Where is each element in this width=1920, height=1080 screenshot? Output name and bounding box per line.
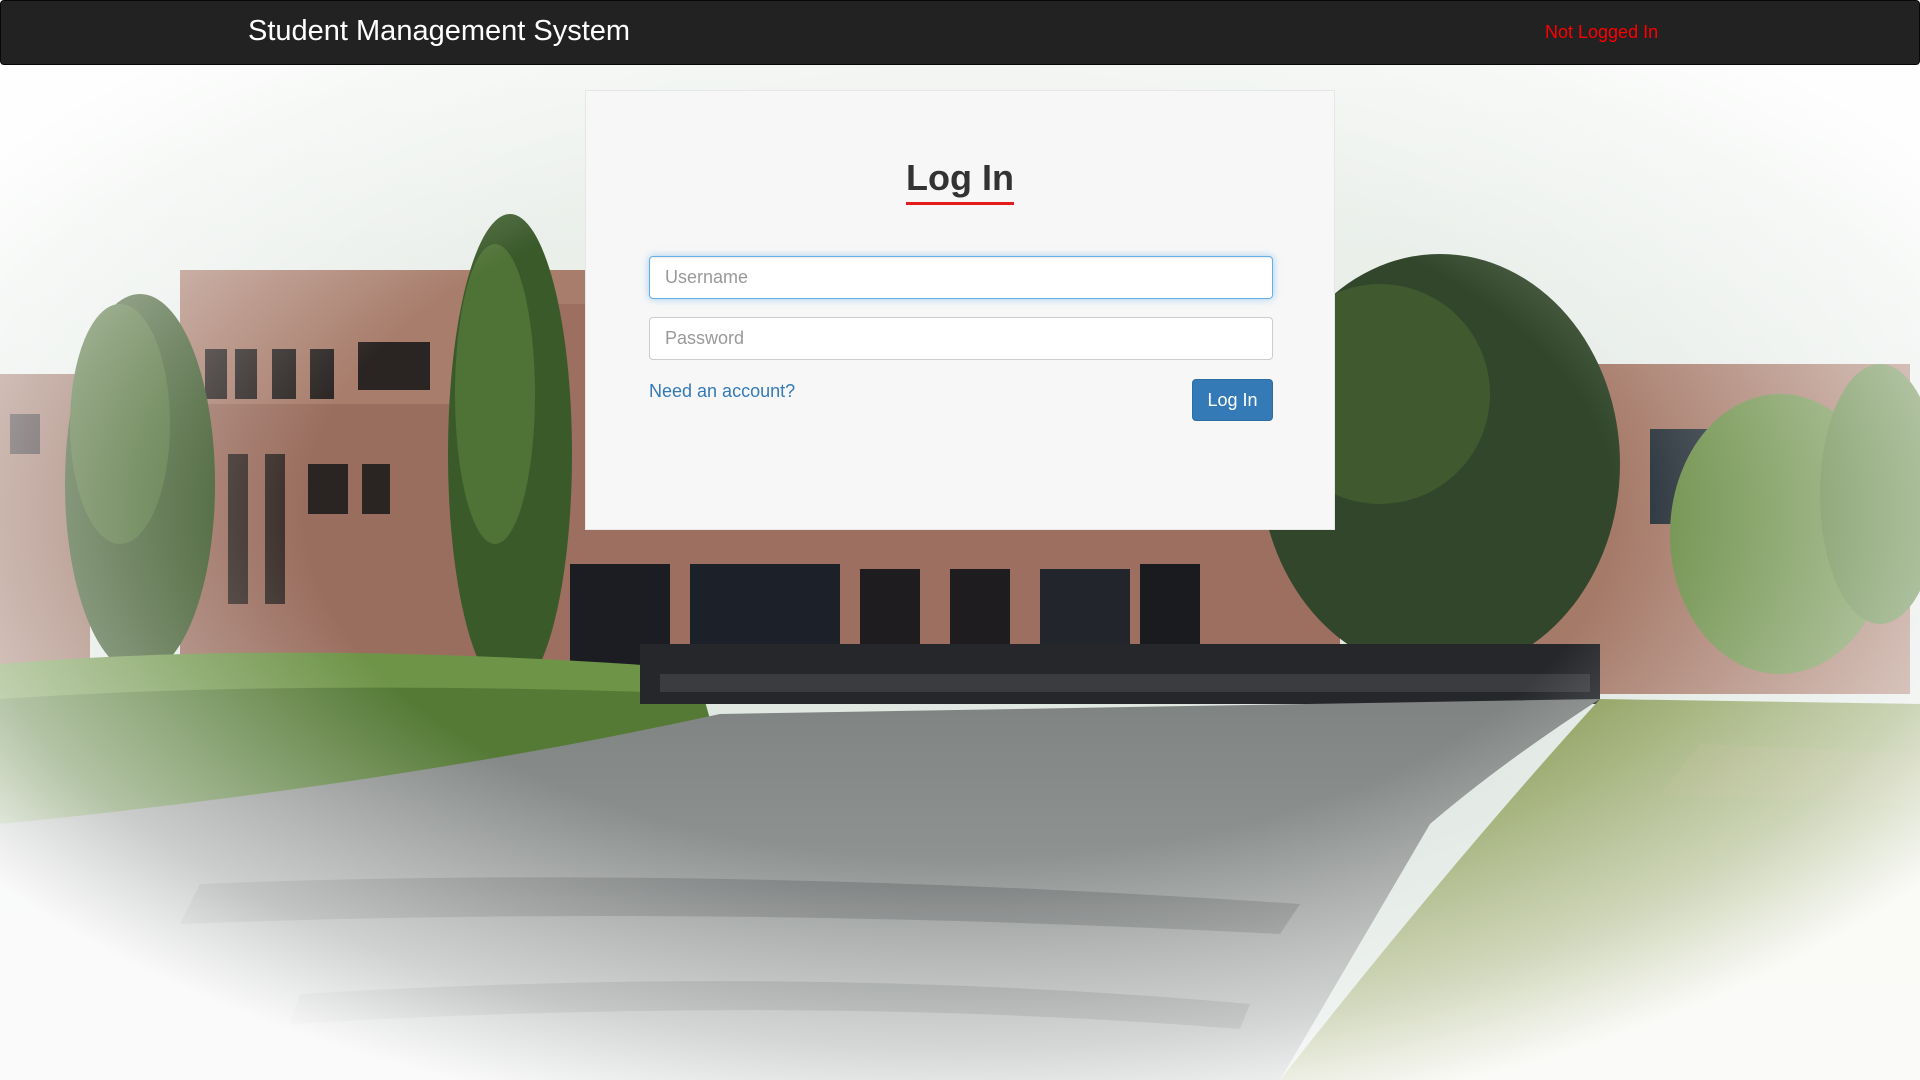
login-panel: Log In Need an account? Log In [585, 90, 1335, 530]
password-input[interactable] [649, 317, 1273, 360]
username-input[interactable] [649, 256, 1273, 299]
need-account-link[interactable]: Need an account? [649, 381, 795, 402]
navbar: Student Management System Not Logged In [0, 0, 1920, 65]
login-status: Not Logged In [1545, 22, 1659, 42]
brand-title[interactable]: Student Management System [248, 15, 630, 48]
login-title-wrapper: Log In [586, 157, 1334, 205]
login-button[interactable]: Log In [1192, 379, 1273, 421]
page: Student Management System Not Logged In [0, 0, 1920, 1080]
login-title: Log In [906, 157, 1014, 205]
